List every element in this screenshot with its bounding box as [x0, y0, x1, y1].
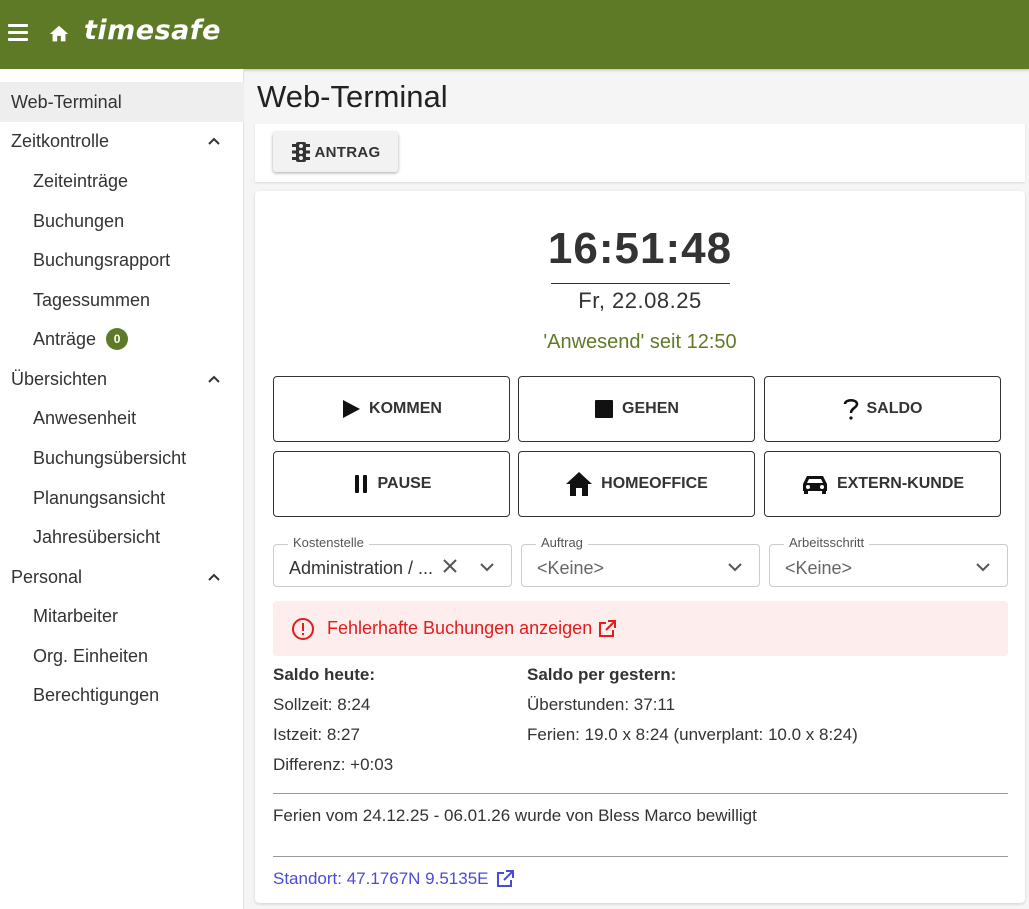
antrag-button-label: ANTRAG: [314, 143, 381, 161]
chevron-up-icon[interactable]: [206, 133, 222, 149]
sidebar-item-label: Berechtigungen: [33, 684, 160, 705]
chevron-up-icon[interactable]: [206, 569, 222, 585]
fehlerhafte-buchungen-link[interactable]: Fehlerhafte Buchungen anzeigen: [327, 618, 592, 639]
clear-icon[interactable]: [441, 557, 459, 575]
sidebar-group-label: Zeitkontrolle: [11, 130, 110, 151]
extern-kunde-button[interactable]: EXTERN-KUNDE: [764, 451, 1001, 517]
error-icon: [292, 617, 314, 640]
istzeit: Istzeit: 8:27: [273, 725, 360, 744]
chevron-down-icon[interactable]: [479, 559, 495, 575]
sidebar-item-label: Buchungen: [33, 210, 125, 231]
differenz: Differenz: +0:03: [273, 755, 394, 774]
sollzeit: Sollzeit: 8:24: [273, 695, 371, 714]
standort-label: Standort: 47.1767N 9.5135E: [273, 869, 489, 888]
auftrag-label: Auftrag: [536, 535, 588, 550]
auftrag-select[interactable]: Auftrag <Keine>: [521, 535, 760, 587]
app-header: timesafe: [0, 0, 1029, 69]
kommen-button[interactable]: KOMMEN: [273, 376, 510, 442]
gehen-button[interactable]: GEHEN: [518, 376, 755, 442]
kostenstelle-value: Administration / ...: [289, 558, 434, 578]
external-link-icon[interactable]: [597, 619, 617, 639]
sidebar-group-label: Übersichten: [11, 368, 108, 389]
menu-icon[interactable]: [8, 24, 30, 44]
arbeitsschritt-value: <Keine>: [785, 558, 853, 578]
sidebar-item-label: Planungsansicht: [33, 487, 166, 508]
sidebar-item-antraege[interactable]: Anträge 0: [0, 319, 244, 359]
chevron-down-icon[interactable]: [727, 559, 743, 575]
chevron-up-icon[interactable]: [206, 371, 222, 387]
standort-link[interactable]: Standort: 47.1767N 9.5135E: [273, 869, 515, 889]
count-badge: 0: [106, 328, 129, 350]
clock-divider: [551, 283, 730, 284]
sidebar-group-label: Personal: [11, 566, 83, 587]
sidebar-item-label: Org. Einheiten: [33, 645, 149, 666]
saldo-heute-heading: Saldo heute:: [273, 665, 376, 684]
sidebar-group-zeitkontrolle[interactable]: Zeitkontrolle: [0, 121, 244, 161]
chevron-down-icon[interactable]: [975, 559, 991, 575]
stop-icon: [595, 400, 614, 418]
sidebar-item-planungsansicht[interactable]: Planungsansicht: [0, 478, 244, 518]
saldo-button-label: SALDO: [866, 400, 923, 417]
house-icon: [566, 472, 593, 496]
homeoffice-button-label: HOMEOFFICE: [601, 475, 708, 492]
app-logo[interactable]: timesafe: [84, 15, 221, 46]
gehen-button-label: GEHEN: [622, 400, 679, 417]
toolbar: ANTRAG: [255, 124, 1025, 182]
sidebar-item-buchungsrapport[interactable]: Buchungsrapport: [0, 240, 244, 280]
sidebar-item-org-einheiten[interactable]: Org. Einheiten: [0, 636, 244, 676]
sidebar-item-web-terminal[interactable]: Web-Terminal: [0, 82, 244, 122]
play-icon: [343, 400, 361, 418]
sidebar-item-buchungsuebersicht[interactable]: Buchungsübersicht: [0, 438, 244, 478]
divider: [273, 793, 1008, 794]
kostenstelle-label: Kostenstelle: [288, 535, 369, 550]
sidebar-item-zeiteintraege[interactable]: Zeiteinträge: [0, 161, 244, 201]
sidebar-item-label: Mitarbeiter: [33, 605, 119, 626]
divider: [273, 856, 1008, 857]
date: Fr, 22.08.25: [578, 288, 702, 313]
pause-button[interactable]: PAUSE: [273, 451, 510, 517]
sidebar-item-berechtigungen[interactable]: Berechtigungen: [0, 675, 244, 715]
sidebar-item-label: Tagessummen: [33, 289, 151, 310]
sidebar-item-label: Zeiteinträge: [33, 170, 129, 191]
sidebar-item-jahresuebersicht[interactable]: Jahresübersicht: [0, 517, 244, 557]
sidebar-item-label: Anwesenheit: [33, 407, 137, 428]
pause-button-label: PAUSE: [377, 475, 432, 492]
sidebar-item-mitarbeiter[interactable]: Mitarbeiter: [0, 596, 244, 636]
sidebar-item-label: Web-Terminal: [11, 91, 122, 112]
car-icon: [802, 476, 827, 494]
arbeitsschritt-label: Arbeitsschritt: [784, 535, 870, 550]
homeoffice-button[interactable]: HOMEOFFICE: [518, 451, 755, 517]
antrag-button[interactable]: ANTRAG: [273, 132, 398, 172]
clock: 16:51:48: [547, 224, 733, 273]
auftrag-value: <Keine>: [537, 558, 605, 578]
sidebar-group-personal[interactable]: Personal: [0, 557, 244, 597]
sidebar-item-label: Buchungsübersicht: [33, 447, 187, 468]
sidebar-item-buchungen[interactable]: Buchungen: [0, 201, 244, 241]
sidebar-group-uebersichten[interactable]: Übersichten: [0, 359, 244, 399]
terminal-card: 16:51:48 Fr, 22.08.25 'Anwesend' seit 12…: [255, 191, 1025, 903]
page-title: Web-Terminal: [257, 79, 448, 114]
sidebar-item-tagessummen[interactable]: Tagessummen: [0, 280, 244, 320]
ueberstunden: Überstunden: 37:11: [527, 695, 676, 714]
sidebar-item-label: Anträge: [33, 328, 97, 349]
presence-status: 'Anwesend' seit 12:50: [543, 331, 737, 353]
arbeitsschritt-select[interactable]: Arbeitsschritt <Keine>: [769, 535, 1008, 587]
external-link-icon[interactable]: [495, 869, 515, 889]
home-icon[interactable]: [48, 23, 70, 45]
ferien: Ferien: 19.0 x 8:24 (unverplant: 10.0 x …: [527, 725, 858, 744]
traffic-light-icon: [291, 142, 310, 162]
pause-icon: [354, 475, 367, 493]
kostenstelle-select[interactable]: Kostenstelle Administration / ...: [273, 535, 512, 587]
saldo-gestern-heading: Saldo per gestern:: [527, 665, 677, 684]
sidebar-item-anwesenheit[interactable]: Anwesenheit: [0, 398, 244, 438]
question-icon: [843, 399, 858, 420]
sidebar-item-label: Jahresübersicht: [33, 526, 161, 547]
extern-kunde-button-label: EXTERN-KUNDE: [836, 475, 965, 492]
notification-message: Ferien vom 24.12.25 - 06.01.26 wurde von…: [273, 806, 757, 825]
error-alert: Fehlerhafte Buchungen anzeigen: [273, 601, 1008, 656]
sidebar-item-label: Buchungsrapport: [33, 249, 171, 270]
sidebar: Web-Terminal Zeitkontrolle Zeiteinträge …: [0, 69, 244, 909]
kommen-button-label: KOMMEN: [369, 400, 442, 417]
saldo-button[interactable]: SALDO: [764, 376, 1001, 442]
